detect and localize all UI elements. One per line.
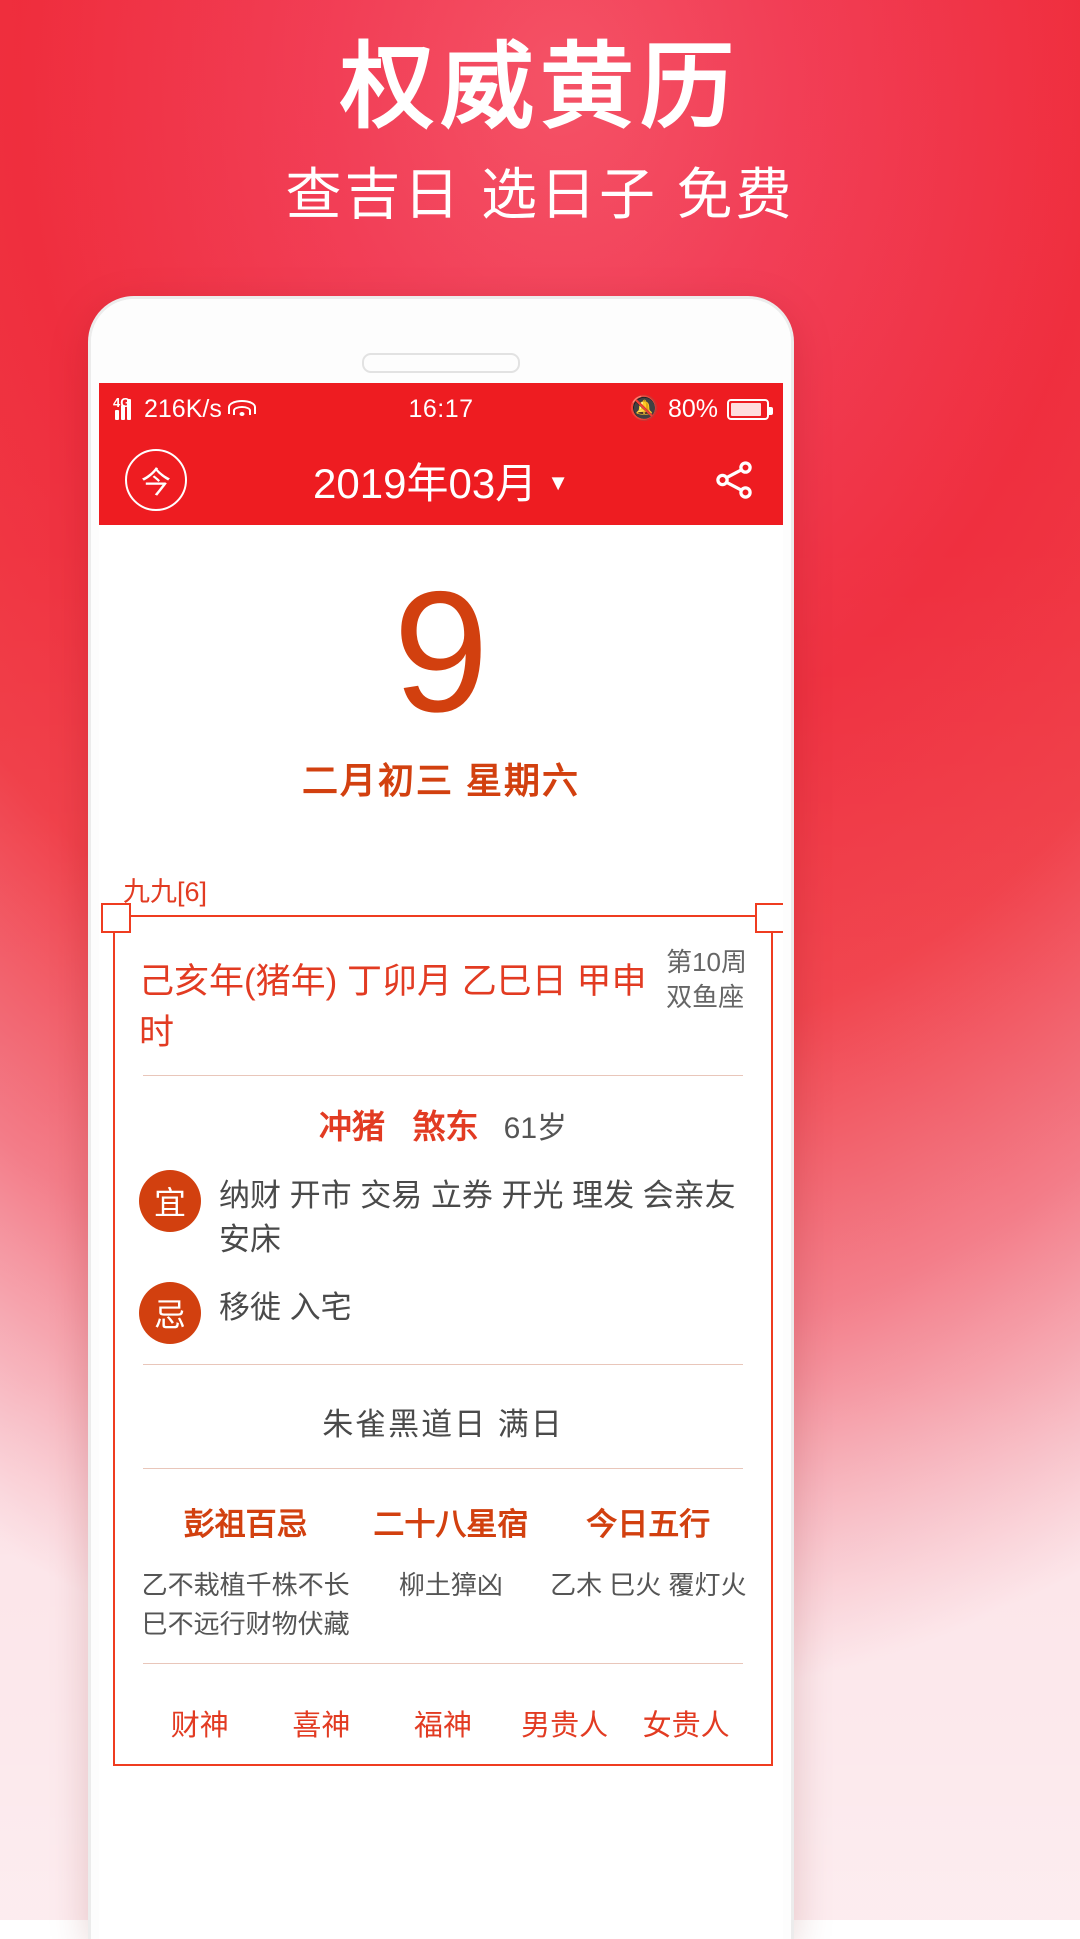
status-bar: 4G 216K/s 16:17 🔕 80%	[99, 383, 783, 435]
deities-row: 财神 喜神 福神 男贵人 女贵人	[139, 1684, 747, 1754]
ganzhi-row: 己亥年(猪年) 丁卯月 乙巳日 甲申时 第10周 双鱼座	[139, 945, 747, 1055]
yi-text: 纳财 开市 交易 立券 开光 理发 会亲友 安床	[219, 1178, 736, 1258]
deity-nanguiren[interactable]: 男贵人	[504, 1702, 626, 1744]
promo-subtitle: 查吉日 选日子 免费	[285, 163, 795, 227]
ji-row[interactable]: 忌 移徙 入宅	[139, 1282, 747, 1345]
ganzhi-label: 己亥年(猪年) 丁卯月 乙巳日 甲申时	[139, 962, 647, 1053]
age-label: 61岁	[503, 1112, 568, 1146]
almanac-card-wrapper: 己亥年(猪年) 丁卯月 乙巳日 甲申时 第10周 双鱼座 冲猪 煞东 61岁 宜…	[101, 903, 783, 1767]
deity-fushen[interactable]: 福神	[382, 1702, 504, 1744]
deity-nvguiren[interactable]: 女贵人	[625, 1702, 747, 1744]
chong-sha-row: 冲猪 煞东 61岁	[139, 1096, 747, 1150]
ji-badge: 忌	[139, 1282, 201, 1345]
lunar-weekday-label: 二月初三 星期六	[301, 760, 580, 802]
promo-header: 权威黄历 查吉日 选日子 免费	[0, 34, 1080, 228]
battery-percent-label: 80%	[667, 394, 718, 423]
phone-notch	[91, 299, 791, 383]
column-title: 彭祖百忌	[183, 1507, 308, 1543]
day-officer-label: 朱雀黑道日 满日	[322, 1407, 564, 1443]
divider	[143, 1663, 743, 1665]
phone-screen: 4G 216K/s 16:17 🔕 80% 今 2019年03月 ▼ 9 二月初…	[99, 383, 783, 1939]
corner-ornament-top-right	[755, 903, 783, 934]
chong-label: 冲猪	[318, 1108, 385, 1146]
today-button[interactable]: 今	[125, 449, 187, 511]
week-of-year-label: 第10周	[666, 947, 747, 978]
divider	[143, 1075, 743, 1077]
zodiac-sign-label: 双鱼座	[666, 981, 745, 1012]
column-body: 柳土獐凶	[398, 1570, 503, 1601]
bell-mute-icon: 🔕	[629, 395, 659, 422]
column-wuxing[interactable]: 今日五行 乙木 巳火 覆灯火	[550, 1499, 747, 1643]
divider	[143, 1468, 743, 1470]
column-title: 二十八星宿	[373, 1507, 529, 1543]
column-body: 乙不栽植千株不长 巳不远行财物伏藏	[141, 1570, 350, 1639]
column-pengzu[interactable]: 彭祖百忌 乙不栽植千株不长 巳不远行财物伏藏	[139, 1499, 352, 1643]
yi-row[interactable]: 宜 纳财 开市 交易 立券 开光 理发 会亲友 安床	[139, 1170, 747, 1262]
corner-ornament-top-left	[101, 903, 131, 934]
almanac-card[interactable]: 己亥年(猪年) 丁卯月 乙巳日 甲申时 第10周 双鱼座 冲猪 煞东 61岁 宜…	[101, 903, 783, 1767]
chevron-down-icon: ▼	[547, 470, 569, 495]
column-title: 今日五行	[586, 1507, 711, 1543]
column-body: 乙木 巳火 覆灯火	[550, 1570, 747, 1601]
sha-label: 煞东	[412, 1108, 479, 1146]
promo-title: 权威黄历	[339, 34, 740, 139]
month-selector[interactable]: 2019年03月 ▼	[99, 450, 783, 511]
almanac-columns: 彭祖百忌 乙不栽植千株不长 巳不远行财物伏藏 二十八星宿 柳土獐凶 今日五行 乙…	[139, 1489, 747, 1643]
deity-caishen[interactable]: 财神	[139, 1702, 261, 1744]
week-zodiac-block: 第10周 双鱼座	[660, 945, 747, 1014]
column-constellation[interactable]: 二十八星宿 柳土獐凶	[352, 1499, 549, 1643]
deity-xishen[interactable]: 喜神	[261, 1702, 383, 1744]
status-bar-right: 🔕 80%	[629, 394, 773, 424]
date-display: 9 二月初三 星期六	[99, 525, 783, 804]
jiujiu-label: 九九[6]	[123, 877, 208, 908]
share-icon[interactable]	[711, 457, 757, 503]
battery-icon	[727, 398, 773, 420]
yi-badge: 宜	[139, 1170, 201, 1233]
today-button-label: 今	[141, 467, 171, 500]
day-number: 9	[393, 556, 489, 748]
earpiece-speaker	[362, 353, 520, 373]
ji-text: 移徙 入宅	[219, 1290, 352, 1326]
phone-mockup: 4G 216K/s 16:17 🔕 80% 今 2019年03月 ▼ 9 二月初…	[88, 296, 794, 1939]
divider	[143, 1364, 743, 1366]
app-header-bar: 今 2019年03月 ▼	[99, 435, 783, 525]
month-title: 2019年03月	[313, 459, 538, 507]
